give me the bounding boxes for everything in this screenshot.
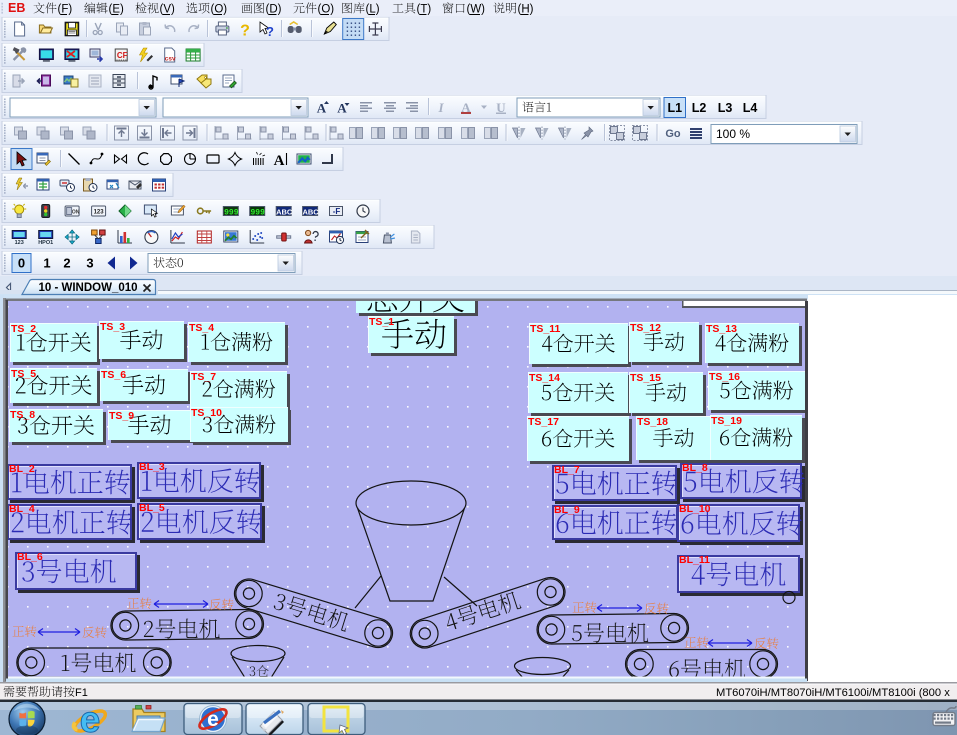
svg-text:999: 999 [250,209,265,218]
svg-text:TS_5: TS_5 [11,368,36,380]
svg-text:1: 1 [43,256,50,271]
svg-text:HPO1: HPO1 [38,240,53,246]
svg-text:ABC: ABC [302,208,319,217]
svg-text:TS_14: TS_14 [529,372,560,384]
svg-text:(D): (D) [266,4,282,16]
svg-text:BL_5: BL_5 [139,502,165,514]
svg-text:TS_6: TS_6 [101,369,126,381]
svg-text:(H): (H) [518,4,534,16]
svg-text:MT6070iH/MT8070iH/MT6100i/MT81: MT6070iH/MT8070iH/MT6100i/MT8100i (800 x [716,687,950,699]
svg-text:e: e [207,708,219,731]
svg-text:F1: F1 [75,687,88,699]
svg-text:L3: L3 [718,101,733,115]
svg-text:ON: ON [72,210,80,216]
svg-text:TS_10: TS_10 [191,407,222,419]
svg-text:BL_3: BL_3 [139,461,165,473]
svg-text:BL_10: BL_10 [679,503,711,515]
svg-text:EB: EB [8,1,25,15]
svg-text:BL_2: BL_2 [9,463,35,475]
svg-text:TS_13: TS_13 [706,323,737,335]
svg-text:(W): (W) [467,4,486,16]
svg-text:?: ? [240,23,250,40]
svg-text:(E): (E) [109,4,125,16]
svg-text:(F): (F) [58,4,73,16]
svg-text:BL_4: BL_4 [9,503,35,515]
svg-text:L4: L4 [743,101,758,115]
svg-text:TS_9: TS_9 [109,410,134,422]
svg-text:(L): (L) [366,4,380,16]
svg-text:TS_7: TS_7 [191,371,216,383]
svg-text:BL_11: BL_11 [679,554,710,566]
svg-text:e: e [80,699,101,735]
svg-text:(O): (O) [318,4,335,16]
svg-text:TS_12: TS_12 [630,322,661,334]
svg-text:csv: csv [165,56,176,63]
svg-text:BL_7: BL_7 [554,464,580,476]
svg-text:TS_1: TS_1 [369,316,394,328]
svg-text:BL_8: BL_8 [682,462,708,474]
svg-text:TS_17: TS_17 [528,416,559,428]
svg-text:L2: L2 [692,101,707,115]
svg-text:TS_19: TS_19 [711,415,742,427]
svg-text:Go: Go [665,128,681,140]
svg-text:(O): (O) [211,4,228,16]
svg-text:123: 123 [94,210,105,216]
svg-text:TS_15: TS_15 [630,372,661,384]
svg-text:TS_8: TS_8 [10,409,35,421]
svg-text:-F: -F [333,207,341,216]
svg-text:TS_3: TS_3 [100,321,125,333]
svg-text:BL_9: BL_9 [554,504,580,516]
svg-text:BL_6: BL_6 [17,551,43,563]
svg-text:I: I [437,100,444,115]
svg-text:3: 3 [86,256,93,271]
svg-text:(V): (V) [160,4,176,16]
svg-text:L1: L1 [668,101,683,115]
svg-text:TS_18: TS_18 [637,416,668,428]
svg-text:ABC: ABC [276,208,293,217]
svg-text:CF: CF [117,51,128,60]
svg-text:A: A [274,153,285,169]
svg-text:10 - WINDOW_010: 10 - WINDOW_010 [39,282,138,294]
svg-text:TS_4: TS_4 [189,322,214,334]
svg-text:0: 0 [18,256,25,271]
svg-text:2: 2 [63,256,70,271]
svg-text:?: ? [266,24,274,39]
svg-text:(T): (T) [417,4,432,16]
svg-text:TS_11: TS_11 [530,323,561,335]
svg-text:100 %: 100 % [716,127,750,141]
svg-text:TS_16: TS_16 [709,371,740,383]
svg-text:TS_2: TS_2 [11,323,36,335]
svg-text:123: 123 [15,240,24,246]
svg-text:999: 999 [224,209,239,218]
svg-text:A: A [337,101,347,116]
